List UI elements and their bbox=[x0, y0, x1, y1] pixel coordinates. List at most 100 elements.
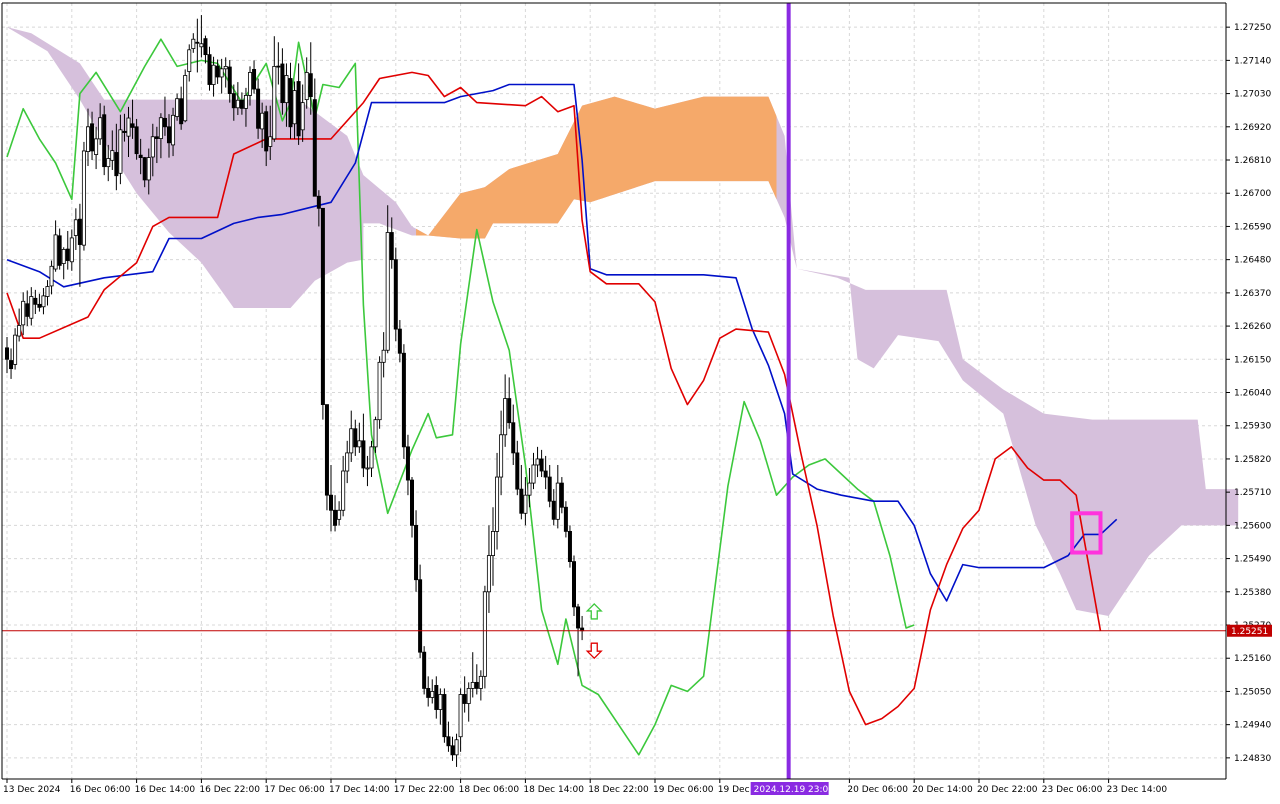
candle-body-bullish bbox=[345, 452, 350, 472]
candle-body-bullish bbox=[470, 681, 475, 689]
candle-body-bearish bbox=[142, 157, 147, 181]
candle-body-bearish bbox=[316, 195, 321, 209]
x-tick-label: 20 Dec 22:00 bbox=[977, 785, 1038, 795]
x-tick-label: 18 Dec 22:00 bbox=[588, 785, 649, 795]
candle-body-bullish bbox=[365, 467, 370, 470]
candle-body-bearish bbox=[264, 111, 269, 152]
y-tick-label: 1.26480 bbox=[1234, 256, 1271, 266]
candle-body-bearish bbox=[426, 688, 431, 698]
candle-body-bearish bbox=[361, 440, 366, 469]
candle-body-bearish bbox=[215, 65, 220, 78]
candle-body-bullish bbox=[53, 234, 58, 270]
candle-body-bearish bbox=[5, 347, 10, 360]
candle-body-bullish bbox=[555, 482, 560, 520]
candle-body-bearish bbox=[393, 259, 398, 330]
candle-body-bearish bbox=[252, 69, 257, 90]
y-tick-label: 1.25820 bbox=[1234, 455, 1271, 465]
candle-body-bullish bbox=[29, 296, 34, 319]
candle-body-bearish bbox=[130, 123, 135, 128]
candle-body-bullish bbox=[438, 694, 443, 710]
candle-body-bearish bbox=[389, 232, 394, 261]
candle-body-bullish bbox=[94, 138, 99, 155]
candle-body-bullish bbox=[385, 232, 390, 351]
candle bbox=[102, 105, 107, 176]
candle-body-bullish bbox=[13, 334, 18, 365]
candle-body-bearish bbox=[256, 88, 261, 129]
candle-body-bullish bbox=[495, 476, 500, 532]
candle-body-bearish bbox=[353, 428, 358, 448]
candle-body-bullish bbox=[146, 157, 151, 181]
candle-body-bullish bbox=[45, 286, 50, 297]
marker-date-label: 2024.12.19 23:00 bbox=[754, 785, 835, 795]
candle-body-bearish bbox=[576, 606, 581, 629]
candle-body-bearish bbox=[462, 694, 467, 704]
candle-body-bearish bbox=[333, 509, 338, 526]
y-tick-label: 1.25490 bbox=[1234, 555, 1271, 565]
candle-body-bullish bbox=[369, 446, 374, 469]
candle-body-bearish bbox=[324, 404, 329, 496]
x-tick-label: 20 Dec 14:00 bbox=[912, 785, 973, 795]
candle-body-bearish bbox=[203, 38, 208, 56]
candle-body-bullish bbox=[223, 66, 228, 70]
candle-body-bullish bbox=[503, 398, 508, 436]
x-tick-label: 23 Dec 14:00 bbox=[1107, 785, 1168, 795]
candle-body-bullish bbox=[235, 99, 240, 109]
candle-body-bearish bbox=[162, 117, 167, 128]
candle-body-bearish bbox=[134, 126, 139, 155]
candle-body-bearish bbox=[166, 126, 171, 144]
candle-body-bearish bbox=[409, 479, 414, 526]
candle-body-bearish bbox=[515, 452, 520, 490]
chart-root: 1.27250 1.27140 1.27030 1.26920 1.26810 1.267… bbox=[0, 0, 1280, 800]
candle-body-bearish bbox=[511, 422, 516, 454]
candle-body-bullish bbox=[466, 688, 471, 704]
candle bbox=[183, 69, 188, 123]
y-tick-label: 1.25050 bbox=[1234, 687, 1271, 697]
x-tick-label: 19 Dec bbox=[718, 785, 750, 795]
y-tick-label: 1.26920 bbox=[1234, 123, 1271, 133]
candle-body-bullish bbox=[486, 555, 491, 593]
candle bbox=[572, 555, 577, 616]
candle-body-bearish bbox=[397, 328, 402, 354]
candle-body-bearish bbox=[65, 248, 70, 261]
candle-body-bearish bbox=[122, 130, 127, 133]
x-tick-label: 16 Dec 06:00 bbox=[70, 785, 131, 795]
y-tick-label: 1.27250 bbox=[1234, 23, 1271, 33]
candle-body-bullish bbox=[247, 72, 252, 96]
candle bbox=[377, 356, 382, 429]
candle-body-bullish bbox=[341, 470, 346, 511]
candle-body-bullish bbox=[171, 114, 176, 146]
x-tick-label: 23 Dec 06:00 bbox=[1042, 785, 1103, 795]
y-tick-label: 1.26150 bbox=[1234, 355, 1271, 365]
candle-body-bullish bbox=[243, 94, 248, 109]
candle-body-bullish bbox=[377, 361, 382, 421]
x-tick-label: 20 Dec 06:00 bbox=[847, 785, 908, 795]
candle bbox=[567, 525, 572, 568]
candle-body-bullish bbox=[357, 440, 362, 448]
candle-body-bearish bbox=[572, 561, 577, 608]
x-tick-label: 13 Dec 2024 bbox=[3, 785, 61, 795]
candle-body-bearish bbox=[296, 81, 301, 137]
x-tick-label: 18 Dec 06:00 bbox=[459, 785, 520, 795]
candle-body-bullish bbox=[284, 75, 289, 104]
candle-body-bullish bbox=[478, 675, 483, 689]
candle-body-bullish bbox=[81, 150, 86, 246]
y-tick-label: 1.26810 bbox=[1234, 156, 1271, 166]
candle-body-bearish bbox=[276, 65, 281, 68]
candle-body-bullish bbox=[304, 72, 309, 101]
x-tick-label: 16 Dec 14:00 bbox=[135, 785, 196, 795]
candle-body-bearish bbox=[312, 99, 317, 197]
candle-body-bullish bbox=[21, 300, 26, 326]
candle-body-bearish bbox=[195, 41, 200, 44]
candle-body-bullish bbox=[490, 531, 495, 556]
current-price-label: 1.25251 bbox=[1231, 627, 1268, 637]
x-tick-label: 16 Dec 22:00 bbox=[199, 785, 260, 795]
candle-body-bearish bbox=[33, 297, 38, 305]
candle-body-bullish bbox=[499, 434, 504, 478]
candle-body-bullish bbox=[482, 591, 487, 677]
y-tick-label: 1.26370 bbox=[1234, 289, 1271, 299]
candle bbox=[81, 141, 86, 251]
candle-body-bullish bbox=[199, 43, 204, 48]
candle-body-bearish bbox=[207, 54, 212, 85]
y-tick-label: 1.25380 bbox=[1234, 588, 1271, 598]
candle-body-bearish bbox=[442, 694, 447, 738]
